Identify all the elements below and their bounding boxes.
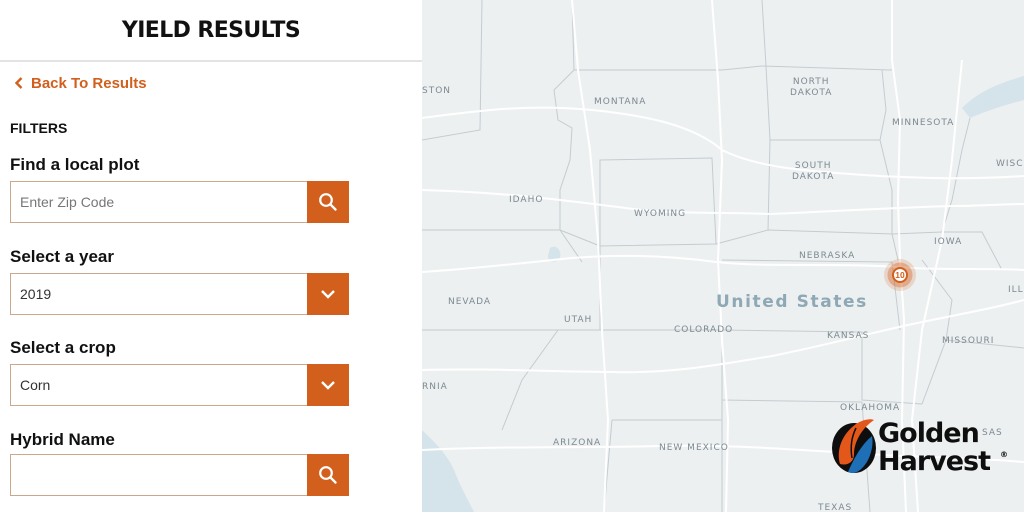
hybrid-search-button[interactable]	[307, 454, 349, 496]
local-plot-label: Find a local plot	[10, 155, 140, 174]
kansas-label: KANSAS	[827, 331, 870, 341]
zip-code-field	[10, 181, 349, 223]
page-title: YIELD RESULTS	[0, 0, 422, 62]
crop-selected-value: Corn	[20, 377, 51, 393]
texas-label: TEXAS	[818, 503, 853, 512]
back-link-label: Back To Results	[31, 74, 147, 92]
chevron-left-icon	[14, 77, 23, 89]
california-label: RNIA	[422, 382, 448, 392]
montana-label: MONTANA	[594, 97, 647, 107]
year-select[interactable]: 2019	[10, 273, 349, 315]
search-icon	[319, 466, 337, 484]
country-label: United States	[716, 292, 868, 312]
hybrid-name-label: Hybrid Name	[10, 430, 115, 449]
nevada-label: NEVADA	[448, 297, 492, 307]
crop-dropdown-button[interactable]	[307, 364, 349, 406]
new-mexico-label: NEW MEXICO	[659, 443, 729, 453]
hybrid-name-field	[10, 454, 349, 496]
colorado-label: COLORADO	[674, 325, 734, 335]
chevron-down-icon	[321, 381, 335, 390]
nebraska-label: NEBRASKA	[799, 251, 856, 261]
missouri-label: MISSOURI	[942, 336, 995, 346]
north-dakota-label: NORTH DAKOTA	[790, 77, 833, 98]
hybrid-name-input[interactable]	[11, 455, 307, 495]
crop-label: Select a crop	[10, 338, 116, 357]
zip-search-button[interactable]	[307, 181, 349, 223]
iowa-label: IOWA	[934, 237, 963, 247]
golden-harvest-logo: Golden Harvest ®	[830, 414, 1012, 480]
year-dropdown-button[interactable]	[307, 273, 349, 315]
logo-line-harvest: Harvest	[878, 446, 991, 477]
back-to-results-link[interactable]: Back To Results	[14, 73, 147, 93]
wyoming-label: WYOMING	[634, 209, 687, 219]
logo-registered-mark: ®	[1000, 450, 1008, 459]
year-label: Select a year	[10, 247, 114, 266]
idaho-label: IDAHO	[509, 195, 544, 205]
lake-superior	[962, 76, 1024, 118]
filter-panel: YIELD RESULTS Back To Results FILTERS Fi…	[0, 0, 422, 512]
crop-select[interactable]: Corn	[10, 364, 349, 406]
cluster-count: 10	[892, 267, 908, 283]
minnesota-label: MINNESOTA	[892, 118, 955, 128]
plot-cluster-marker[interactable]: 10	[883, 258, 917, 292]
logo-mark-icon	[832, 419, 876, 474]
utah-label: UTAH	[564, 315, 593, 325]
chevron-down-icon	[321, 290, 335, 299]
oklahoma-label: OKLAHOMA	[840, 403, 901, 413]
logo-line-golden: Golden	[878, 418, 980, 449]
filters-heading: FILTERS	[10, 120, 68, 136]
gulf-of-california	[422, 430, 474, 512]
year-selected-value: 2019	[20, 286, 52, 302]
south-dakota-label: SOUTH DAKOTA	[792, 161, 835, 182]
washington-label: STON	[422, 86, 452, 96]
wisc-label: WISC	[996, 159, 1024, 169]
plot-map[interactable]: NORTH DAKOTA MONTANA MINNESOTA SOUTH DAK…	[422, 0, 1024, 512]
zip-code-input[interactable]	[11, 182, 307, 222]
ill-label: ILL	[1008, 285, 1024, 295]
search-icon	[319, 193, 337, 211]
arizona-label: ARIZONA	[553, 438, 602, 448]
